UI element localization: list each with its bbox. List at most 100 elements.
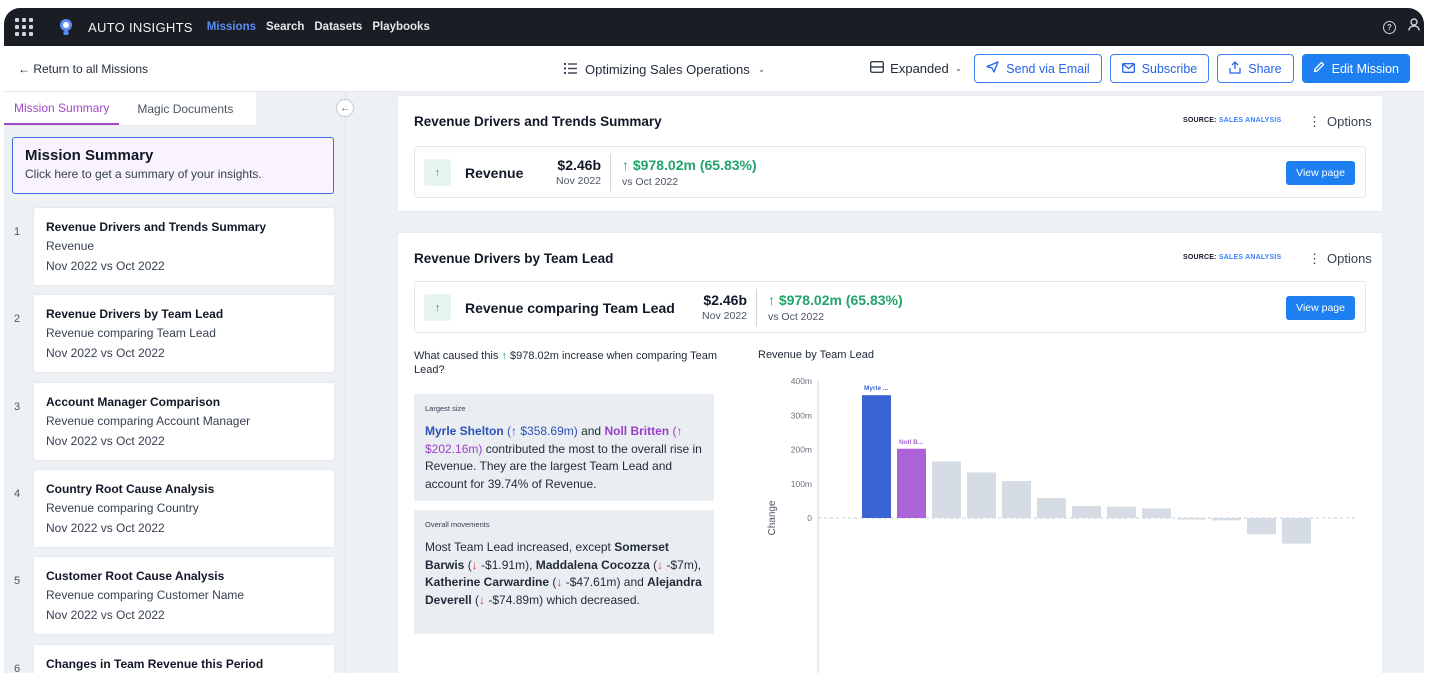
y-tick-label: 100m xyxy=(791,479,812,489)
source-link[interactable]: SALES ANALYSIS xyxy=(1219,117,1282,124)
highlight-value: (↑ $358.69m) xyxy=(507,424,578,438)
view-mode-value: Expanded xyxy=(890,61,949,76)
person-value: -$1.91m xyxy=(481,557,526,572)
view-page-button[interactable]: View page xyxy=(1286,161,1355,185)
item-title: Country Root Cause Analysis xyxy=(46,482,215,496)
item-number: 2 xyxy=(14,313,21,325)
item-subtitle: Revenue xyxy=(46,239,95,253)
mission-item-card[interactable]: Revenue Drivers and Trends Summary Reven… xyxy=(34,208,334,285)
metric-date: Nov 2022 xyxy=(702,310,747,322)
insight-label: Overall movements xyxy=(425,520,490,529)
send-via-email-button[interactable]: Send via Email xyxy=(974,54,1102,83)
mission-item-card[interactable]: Customer Root Cause Analysis Revenue com… xyxy=(34,557,334,634)
mission-item-card[interactable]: Changes in Team Revenue this Period xyxy=(34,645,334,673)
app-grid-icon[interactable] xyxy=(14,17,34,37)
arrow-down-icon: ↓ xyxy=(479,592,486,607)
arrow-down-icon: ↓ xyxy=(556,575,563,589)
metric-value-block: $2.46b Nov 2022 xyxy=(691,292,747,322)
item-number: 3 xyxy=(14,401,21,413)
mission-list-item[interactable]: 5 Customer Root Cause Analysis Revenue c… xyxy=(12,557,334,634)
highlight-name: Myrle Shelton xyxy=(425,424,504,438)
chart-title: Revenue by Team Lead xyxy=(758,349,874,361)
view-mode-select[interactable]: Expanded ⌄ xyxy=(866,60,966,76)
layout-icon xyxy=(870,60,885,76)
panel-title: Revenue Drivers by Team Lead xyxy=(414,251,614,266)
tab-mission-summary[interactable]: Mission Summary xyxy=(4,92,120,125)
bar-label: Noll B... xyxy=(899,439,923,446)
insight-text: Myrle Shelton (↑ $358.69m) and Noll Brit… xyxy=(425,423,703,493)
chart-bar xyxy=(1072,506,1101,518)
options-menu[interactable]: ⋮ Options xyxy=(1308,114,1372,130)
y-tick-label: 0 xyxy=(807,513,812,523)
nav-datasets[interactable]: Datasets xyxy=(314,21,362,33)
insight-panel-team-lead: Revenue Drivers by Team Lead SOURCE: SAL… xyxy=(398,233,1382,673)
collapse-sidebar-icon[interactable]: ← xyxy=(336,99,354,117)
metric-change-block: ↑ $978.02m (65.83%) vs Oct 2022 xyxy=(768,292,903,323)
y-tick-label: 400m xyxy=(791,376,812,386)
item-subtitle: Revenue comparing Country xyxy=(46,501,199,515)
item-title: Revenue Drivers and Trends Summary xyxy=(46,220,267,234)
arrow-down-icon: ↓ xyxy=(657,557,664,572)
metric-compare: vs Oct 2022 xyxy=(622,176,679,188)
subscribe-button[interactable]: Subscribe xyxy=(1109,54,1210,83)
mission-item-card[interactable]: Revenue Drivers by Team Lead Revenue com… xyxy=(34,295,334,372)
brand-name: AUTO INSIGHTS xyxy=(88,19,193,35)
arrow-up-icon: ↑ xyxy=(501,350,507,362)
view-page-button[interactable]: View page xyxy=(1286,296,1355,320)
mission-list-item[interactable]: 6 Changes in Team Revenue this Period xyxy=(12,645,334,673)
insight-overall-movements: Overall movements Most Team Lead increas… xyxy=(414,510,714,634)
mission-item-card[interactable]: Country Root Cause Analysis Revenue comp… xyxy=(34,470,334,547)
nav-search[interactable]: Search xyxy=(266,21,304,33)
back-to-missions-link[interactable]: ← Return to all Missions xyxy=(18,62,148,76)
metric-change: ↑ $978.02m (65.83%) xyxy=(622,157,757,173)
item-period: Nov 2022 vs Oct 2022 xyxy=(46,346,165,360)
mission-item-card[interactable]: Account Manager Comparison Revenue compa… xyxy=(34,383,334,460)
chart-bar xyxy=(1247,518,1276,535)
person-value: -$74.89m xyxy=(488,592,540,607)
summary-card-subtitle: Click here to get a summary of your insi… xyxy=(25,167,262,181)
share-button[interactable]: Share xyxy=(1217,54,1294,83)
metric-value: $2.46b xyxy=(703,292,747,308)
help-icon[interactable]: ? xyxy=(1383,20,1396,34)
metric-change: ↑ $978.02m (65.83%) xyxy=(768,292,903,308)
chart-bar xyxy=(862,395,891,518)
source-link[interactable]: SALES ANALYSIS xyxy=(1219,254,1282,261)
share-label: Share xyxy=(1248,61,1282,76)
metric-card: ↑ Revenue $2.46b Nov 2022 ↑ $978.02m (65… xyxy=(414,146,1366,198)
mission-selector[interactable]: Optimizing Sales Operations ⌄ xyxy=(564,46,765,92)
mission-list-item[interactable]: 3 Account Manager Comparison Revenue com… xyxy=(12,383,334,460)
metric-value-block: $2.46b Nov 2022 xyxy=(545,157,601,187)
nav-missions[interactable]: Missions xyxy=(207,21,256,33)
sidebar-tabs: Mission Summary Magic Documents xyxy=(4,92,256,126)
mission-list-item[interactable]: 4 Country Root Cause Analysis Revenue co… xyxy=(12,470,334,547)
mail-icon xyxy=(1121,62,1135,76)
insight-largest-size: Largest size Myrle Shelton (↑ $358.69m) … xyxy=(414,394,714,501)
y-axis-label: Change xyxy=(767,500,778,535)
mission-summary-card[interactable]: Mission Summary Click here to get a summ… xyxy=(12,137,334,194)
item-period: Nov 2022 vs Oct 2022 xyxy=(46,608,165,622)
item-period: Nov 2022 vs Oct 2022 xyxy=(46,521,165,535)
tab-magic-documents[interactable]: Magic Documents xyxy=(119,92,243,125)
item-number: 5 xyxy=(14,575,21,587)
lightbulb-logo-icon xyxy=(56,17,76,37)
item-number: 4 xyxy=(14,488,21,500)
item-period: Nov 2022 vs Oct 2022 xyxy=(46,434,165,448)
mission-list-item[interactable]: 1 Revenue Drivers and Trends Summary Rev… xyxy=(12,208,334,285)
metric-compare: vs Oct 2022 xyxy=(768,311,825,323)
y-tick-label: 300m xyxy=(791,410,812,420)
app-window: AUTO INSIGHTS Missions Search Datasets P… xyxy=(4,8,1424,673)
metric-card: ↑ Revenue comparing Team Lead $2.46b Nov… xyxy=(414,281,1366,333)
mission-name: Optimizing Sales Operations xyxy=(585,61,750,77)
mission-toolbar: ← Return to all Missions Optimizing Sale… xyxy=(4,46,1424,92)
mission-list-item[interactable]: 2 Revenue Drivers by Team Lead Revenue c… xyxy=(12,295,334,372)
share-icon xyxy=(1229,60,1241,77)
summary-card-title: Mission Summary xyxy=(25,147,154,164)
edit-mission-button[interactable]: Edit Mission xyxy=(1301,54,1410,83)
options-menu[interactable]: ⋮ Options xyxy=(1308,251,1372,267)
send-icon xyxy=(986,61,999,76)
person-name: Katherine Carwardine xyxy=(425,575,550,589)
chart-bar xyxy=(1002,481,1031,518)
nav-playbooks[interactable]: Playbooks xyxy=(372,21,430,33)
divider xyxy=(756,289,757,326)
user-icon[interactable] xyxy=(1408,18,1420,36)
